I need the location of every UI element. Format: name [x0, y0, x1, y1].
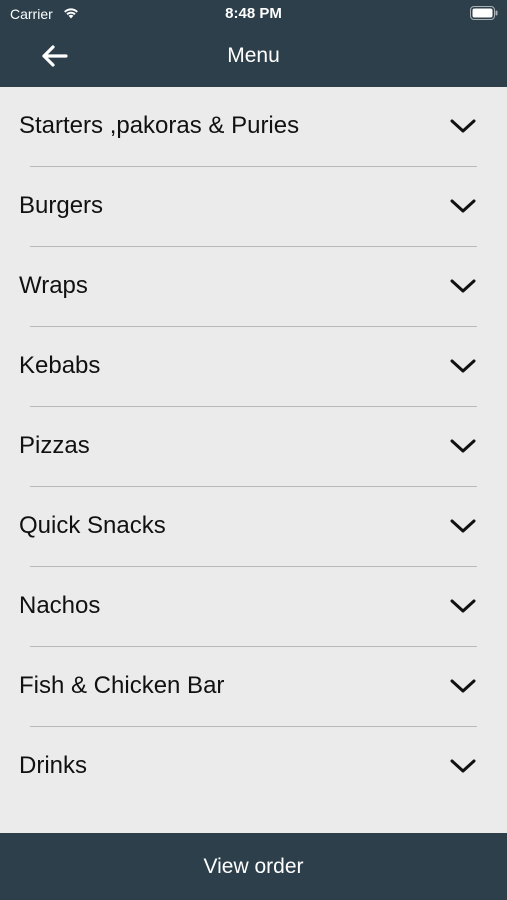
menu-category-label: Burgers — [19, 192, 104, 219]
battery-icon — [470, 6, 498, 20]
menu-category-label: Quick Snacks — [19, 512, 166, 539]
menu-category-nachos[interactable]: Nachos — [0, 567, 507, 647]
navigation-bar: Menu — [0, 30, 507, 82]
menu-category-list: Starters ,pakoras & Puries Burgers Wraps… — [0, 87, 507, 807]
chevron-down-icon — [450, 119, 476, 133]
menu-category-wraps[interactable]: Wraps — [0, 247, 507, 327]
page-title: Menu — [227, 44, 280, 67]
menu-category-label: Kebabs — [19, 352, 101, 379]
chevron-down-icon — [450, 599, 476, 613]
menu-category-fish-chicken-bar[interactable]: Fish & Chicken Bar — [0, 647, 507, 727]
chevron-down-icon — [450, 759, 476, 773]
chevron-down-icon — [450, 279, 476, 293]
status-bar: Carrier 8:48 PM — [0, 0, 507, 28]
menu-category-drinks[interactable]: Drinks — [0, 727, 507, 807]
menu-category-burgers[interactable]: Burgers — [0, 167, 507, 247]
menu-screen: Carrier 8:48 PM Menu Starters ,pakoras &… — [0, 0, 507, 900]
view-order-button[interactable]: View order — [0, 833, 507, 900]
menu-category-kebabs[interactable]: Kebabs — [0, 327, 507, 407]
menu-category-label: Starters ,pakoras & Puries — [19, 112, 300, 139]
status-time: 8:48 PM — [225, 5, 282, 22]
menu-category-pizzas[interactable]: Pizzas — [0, 407, 507, 487]
chevron-down-icon — [450, 439, 476, 453]
top-bar: Carrier 8:48 PM Menu — [0, 0, 507, 87]
menu-category-label: Nachos — [19, 592, 101, 619]
chevron-down-icon — [450, 679, 476, 693]
menu-category-label: Fish & Chicken Bar — [19, 672, 225, 699]
chevron-down-icon — [450, 199, 476, 213]
menu-category-label: Pizzas — [19, 432, 90, 459]
menu-category-label: Wraps — [19, 272, 88, 299]
chevron-down-icon — [450, 519, 476, 533]
menu-category-quick-snacks[interactable]: Quick Snacks — [0, 487, 507, 567]
menu-category-label: Drinks — [19, 752, 88, 779]
chevron-down-icon — [450, 359, 476, 373]
menu-category-starters[interactable]: Starters ,pakoras & Puries — [0, 87, 507, 167]
